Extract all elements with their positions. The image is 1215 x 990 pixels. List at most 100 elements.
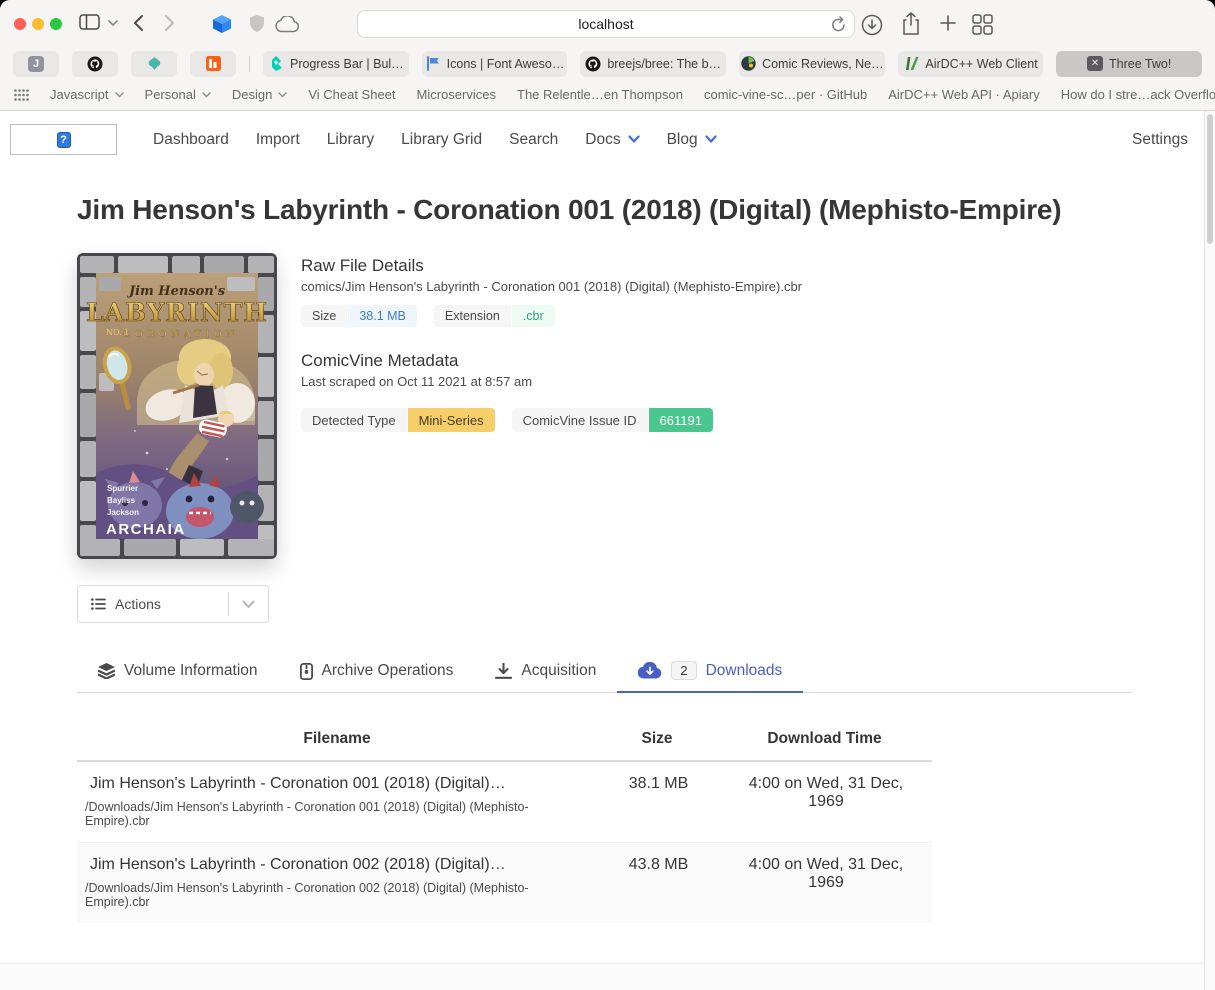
nav-item-import[interactable]: Import	[256, 131, 300, 149]
tab-label: Progress Bar | Bul…	[290, 57, 404, 71]
col-header-download-time: Download Time	[717, 720, 932, 761]
tab-label: Downloads	[706, 662, 783, 680]
actions-chevron-icon[interactable]	[229, 600, 268, 609]
bookmark-folder-design[interactable]: Design	[232, 87, 287, 102]
nav-item-library[interactable]: Library	[327, 131, 374, 149]
detected-type-value: Mini-Series	[408, 408, 495, 432]
page-title: Jim Henson's Labyrinth - Coronation 001 …	[77, 192, 1082, 228]
tab-acquisition[interactable]: Acquisition	[474, 652, 617, 692]
row-filename: Jim Henson's Labyrinth - Coronation 002 …	[90, 856, 587, 874]
pinned-tab-orange[interactable]	[190, 51, 236, 77]
nav-label: Docs	[585, 131, 620, 149]
pinned-tab-teal[interactable]	[131, 51, 177, 77]
page-footer	[0, 963, 1204, 990]
bookmark-folder-javascript[interactable]: Javascript	[50, 87, 124, 102]
tab-airdc[interactable]: AirDC++ Web Client	[898, 51, 1044, 77]
raw-file-heading: Raw File Details	[301, 256, 802, 276]
tab-overview-icon[interactable]	[972, 14, 993, 35]
site-navbar: ? Dashboard Import Library Library Grid …	[0, 111, 1215, 168]
size-tag-value: 38.1 MB	[348, 305, 417, 327]
bookmark-label: How do I stre…ack Overflow	[1061, 87, 1215, 102]
minimize-window-button[interactable]	[32, 18, 44, 30]
extension-cube-icon[interactable]	[212, 14, 232, 34]
browser-toolbar: localhost	[0, 0, 1215, 48]
actions-dropdown-button[interactable]: Actions	[77, 585, 269, 623]
nav-item-blog[interactable]: Blog	[667, 131, 717, 149]
pinned-tab-j[interactable]: J	[13, 51, 59, 77]
bookmark-label: AirDC++ Web API · Apiary	[888, 87, 1040, 102]
close-window-button[interactable]	[14, 18, 26, 30]
pinned-tab-github[interactable]	[72, 51, 118, 77]
tab-volume-information[interactable]: Volume Information	[77, 652, 279, 692]
comicvine-heading: ComicVine Metadata	[301, 351, 802, 371]
tab-label: Acquisition	[521, 662, 596, 680]
tab-comic-reviews[interactable]: Comic Reviews, Ne…	[739, 51, 885, 77]
nav-item-dashboard[interactable]: Dashboard	[153, 131, 229, 149]
bookmark-airdc-api[interactable]: AirDC++ Web API · Apiary	[888, 87, 1040, 102]
col-header-filename: Filename	[77, 720, 597, 761]
orange-app-icon	[205, 56, 221, 72]
tab-label: AirDC++ Web Client	[925, 57, 1037, 71]
table-row[interactable]: Jim Henson's Labyrinth - Coronation 002 …	[77, 843, 932, 924]
extension-tag: Extension .cbr	[434, 305, 555, 327]
bookmark-comic-vine-scraper[interactable]: comic-vine-sc…per · GitHub	[704, 87, 867, 102]
icloud-icon[interactable]	[274, 16, 300, 33]
share-icon[interactable]	[901, 12, 921, 36]
bookmark-folder-personal[interactable]: Personal	[145, 87, 211, 102]
nav-item-search[interactable]: Search	[509, 131, 558, 149]
tab-progress-bar-bulma[interactable]: Progress Bar | Bul…	[263, 51, 409, 77]
tab-font-awesome[interactable]: Icons | Font Aweso…	[422, 51, 568, 77]
row-download-time: 4:00 on Wed, 31 Dec, 1969	[717, 843, 932, 924]
nav-item-library-grid[interactable]: Library Grid	[401, 131, 482, 149]
downloads-button[interactable]	[861, 14, 883, 36]
sidebar-toggle-icon[interactable]	[79, 14, 100, 30]
reload-icon[interactable]	[831, 16, 846, 33]
chevron-down-icon	[202, 92, 211, 98]
size-tag: Size 38.1 MB	[301, 305, 417, 327]
cover-subtitle: CORONATION	[123, 329, 239, 340]
new-tab-button[interactable]	[939, 14, 957, 32]
archive-file-icon	[300, 663, 313, 680]
comicvine-issue-id-value: 661191	[649, 408, 713, 432]
address-bar[interactable]: localhost	[357, 10, 855, 38]
bookmark-relentless[interactable]: The Relentle…en Thompson	[517, 87, 683, 102]
tab-archive-operations[interactable]: Archive Operations	[279, 652, 475, 692]
downloads-table: Filename Size Download Time Jim Henson's…	[77, 720, 932, 923]
cover-credit: Bayliss	[107, 496, 136, 505]
chevron-down-icon	[628, 135, 640, 144]
table-row[interactable]: Jim Henson's Labyrinth - Coronation 001 …	[77, 761, 932, 843]
privacy-shield-icon[interactable]	[249, 14, 265, 33]
scrollbar-thumb[interactable]	[1207, 114, 1213, 244]
back-button[interactable]	[132, 14, 144, 32]
bookmark-vi-cheat-sheet[interactable]: Vi Cheat Sheet	[308, 87, 395, 102]
extension-tag-label: Extension	[434, 305, 511, 327]
teal-app-icon	[146, 56, 162, 72]
nav-label: Settings	[1132, 131, 1188, 149]
row-size: 38.1 MB	[597, 761, 717, 843]
tab-strip: J Progress B	[0, 48, 1215, 79]
tab-three-two-active[interactable]: ✕ Three Two!	[1056, 51, 1202, 77]
nav-item-settings[interactable]: Settings	[1132, 131, 1188, 149]
zoom-window-button[interactable]	[50, 18, 62, 30]
address-bar-url[interactable]: localhost	[578, 16, 633, 32]
detected-type-label: Detected Type	[301, 408, 407, 432]
forward-button[interactable]	[164, 14, 176, 32]
tab-downloads-active[interactable]: 2 Downloads	[617, 652, 803, 693]
broken-logo-image: ?	[10, 124, 117, 155]
layers-icon	[98, 663, 115, 679]
comicvine-issue-id-label: ComicVine Issue ID	[512, 408, 648, 432]
tab-breejs[interactable]: breejs/bree: The b…	[580, 51, 726, 77]
apps-grid-icon[interactable]	[14, 89, 29, 101]
row-download-time: 4:00 on Wed, 31 Dec, 1969	[717, 761, 932, 843]
scrollbar[interactable]	[1204, 111, 1215, 990]
download-icon	[495, 663, 512, 679]
tab-label: Icons | Font Aweso…	[447, 57, 565, 71]
airdc-icon	[903, 56, 919, 72]
j-avatar-icon: J	[28, 56, 44, 72]
bookmark-microservices[interactable]: Microservices	[417, 87, 496, 102]
nav-item-docs[interactable]: Docs	[585, 131, 639, 149]
sidebar-chevron-icon[interactable]	[108, 20, 118, 27]
nav-label: Dashboard	[153, 131, 229, 149]
bookmark-label: The Relentle…en Thompson	[517, 87, 683, 102]
bookmark-stack-overflow[interactable]: How do I stre…ack Overflow	[1061, 87, 1215, 102]
